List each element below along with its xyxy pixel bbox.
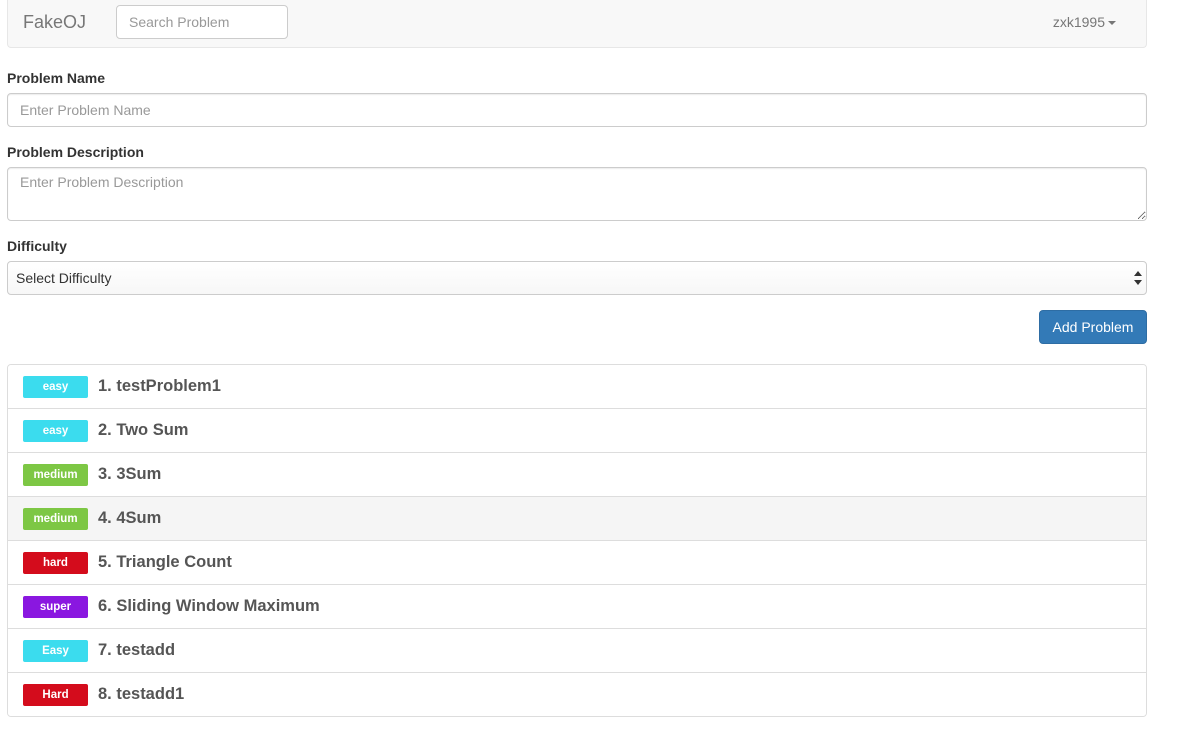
select-arrows-icon [1134, 271, 1142, 285]
brand-link[interactable]: FakeOJ [23, 12, 86, 33]
add-problem-button[interactable]: Add Problem [1039, 310, 1147, 344]
problem-list-item[interactable]: hard 5. Triangle Count [8, 541, 1146, 585]
problem-list-item[interactable]: easy 2. Two Sum [8, 409, 1146, 453]
problem-title: 2. Two Sum [98, 421, 189, 439]
problem-name-input[interactable] [7, 93, 1147, 127]
problem-title: 7. testadd [98, 641, 176, 659]
problem-list-item[interactable]: easy 1. testProblem1 [8, 365, 1146, 409]
difficulty-badge: super [23, 595, 88, 618]
difficulty-badge: medium [23, 507, 88, 530]
problem-list: easy 1. testProblem1 easy 2. Two Sum medium 3… [7, 364, 1147, 717]
difficulty-badge: hard [23, 551, 88, 574]
search-input[interactable] [116, 5, 288, 39]
difficulty-badge: easy [23, 419, 88, 442]
problem-name-label: Problem Name [7, 70, 106, 86]
problem-list-item[interactable]: super 6. Sliding Window Maximum [8, 585, 1146, 629]
caret-down-icon [1108, 20, 1116, 25]
problem-title: 1. testProblem1 [98, 377, 221, 395]
problem-description-label: Problem Description [7, 144, 144, 160]
username: zxk1995 [1052, 14, 1105, 30]
problem-title: 6. Sliding Window Maximum [98, 597, 320, 615]
difficulty-badge: easy [23, 375, 88, 398]
difficulty-selected-value: Select Difficulty [16, 270, 112, 286]
problem-title: 5. Triangle Count [98, 553, 232, 571]
problem-list-item[interactable]: Hard 8. testadd1 [8, 673, 1146, 716]
difficulty-select[interactable]: Select Difficulty [7, 261, 1147, 295]
difficulty-label: Difficulty [7, 238, 67, 254]
navbar: FakeOJ zxk1995 [7, 0, 1147, 48]
page: FakeOJ zxk1995 Problem Name Problem Desc… [7, 0, 1147, 717]
problem-title: 8. testadd1 [98, 685, 185, 703]
difficulty-badge: Hard [23, 683, 88, 706]
problem-title: 4. 4Sum [98, 509, 162, 527]
difficulty-badge: medium [23, 463, 88, 486]
problem-list-item[interactable]: medium 4. 4Sum [8, 497, 1146, 541]
problem-description-textarea[interactable] [7, 167, 1147, 221]
difficulty-badge: Easy [23, 639, 88, 662]
problem-title: 3. 3Sum [98, 465, 162, 483]
problem-list-item[interactable]: medium 3. 3Sum [8, 453, 1146, 497]
problem-list-item[interactable]: Easy 7. testadd [8, 629, 1146, 673]
user-dropdown[interactable]: zxk1995 [1053, 14, 1116, 30]
